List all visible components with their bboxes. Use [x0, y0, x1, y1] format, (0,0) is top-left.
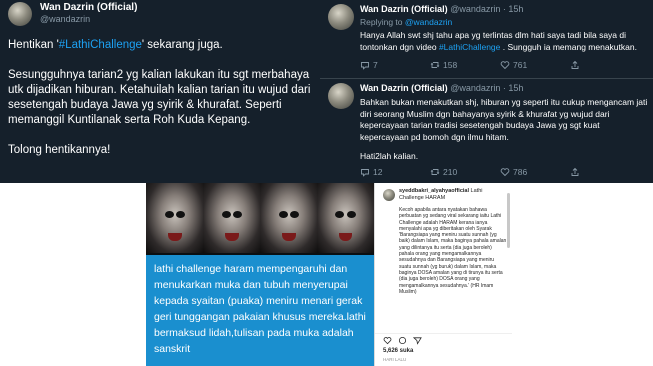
- share-button[interactable]: [570, 167, 580, 177]
- retweet-count: 210: [443, 167, 458, 177]
- reply-header: Wan Dazrin (Official) @wandazrin · 15h: [360, 4, 523, 14]
- face-mouth: [225, 233, 239, 241]
- heart-icon: [500, 61, 510, 70]
- reply-thread: Wan Dazrin (Official) @wandazrin · 15h R…: [320, 0, 653, 183]
- tweet-text: Hentikan ': [8, 39, 59, 51]
- heart-icon: [500, 168, 510, 177]
- image-caption-panel: lathi challenge haram mempengaruhi dan m…: [146, 255, 374, 366]
- avatar[interactable]: [328, 4, 354, 30]
- avatar[interactable]: [8, 2, 32, 26]
- mention-link[interactable]: @wandazrin: [405, 17, 452, 27]
- tweet-paragraph: Sesungguhnya tarian2 yg kalian lakukan i…: [8, 69, 311, 126]
- comment-icon: [361, 62, 369, 70]
- face-mouth: [282, 233, 296, 241]
- retweet-button[interactable]: 158: [430, 60, 457, 70]
- retweet-icon: [430, 62, 440, 68]
- face-image: [260, 183, 318, 253]
- retweet-count: 158: [443, 60, 458, 70]
- face-image: [317, 183, 374, 253]
- comment-icon[interactable]: [398, 336, 407, 345]
- reply-text: Hati2lah kalian.: [360, 151, 419, 161]
- post-actions: [383, 336, 422, 345]
- share-icon: [571, 167, 579, 176]
- reply-header: Wan Dazrin (Official) @wandazrin · 15h: [360, 83, 523, 93]
- instagram-post-image[interactable]: lathi challenge haram mempengaruhi dan m…: [146, 183, 374, 366]
- tweet-actions: 7 158 761: [360, 60, 650, 72]
- reply-tweet[interactable]: Wan Dazrin (Official) @wandazrin · 15h R…: [320, 0, 653, 78]
- reply-author-name[interactable]: Wan Dazrin (Official): [360, 83, 448, 93]
- heart-icon[interactable]: [383, 336, 392, 345]
- like-count: 761: [513, 60, 528, 70]
- post-timestamp: HARI LALU: [383, 357, 407, 362]
- like-button[interactable]: 786: [500, 167, 527, 177]
- instagram-post-sidebar: syeddbakri_alyahyaofficial Lathi Challen…: [374, 183, 512, 366]
- tweet-author-handle[interactable]: @wandazrin: [40, 14, 90, 24]
- tweet-line-1: Hentikan '#LathiChallenge' sekarang juga…: [8, 38, 314, 53]
- reply-author-handle[interactable]: @wandazrin · 15h: [450, 83, 523, 93]
- hashtag-link[interactable]: #LathiChallenge: [439, 42, 500, 52]
- image-caption-text: lathi challenge haram mempengaruhi dan m…: [154, 263, 366, 355]
- tweet-text: ' sekarang juga.: [141, 39, 223, 51]
- share-icon: [571, 60, 579, 69]
- retweet-icon: [430, 169, 440, 175]
- face-mouth: [168, 233, 182, 241]
- share-icon[interactable]: [413, 336, 422, 345]
- reply-button[interactable]: 12: [360, 167, 382, 177]
- reply-author-handle[interactable]: @wandazrin · 15h: [450, 4, 523, 14]
- tweet-actions: 12 210 786: [360, 167, 650, 179]
- post-caption: Kecoh apabila antara nyatakan bahawa per…: [399, 207, 507, 295]
- retweet-button[interactable]: 210: [430, 167, 457, 177]
- tweet-paragraph: Tolong hentikannya!: [8, 144, 111, 156]
- reply-tweet[interactable]: Wan Dazrin (Official) @wandazrin · 15h B…: [320, 79, 653, 183]
- main-tweet[interactable]: Wan Dazrin (Official) @wandazrin Hentika…: [0, 0, 320, 183]
- replying-label: Replying to: [360, 17, 405, 27]
- face-image: [203, 183, 261, 253]
- post-header: syeddbakri_alyahyaofficial Lathi Challen…: [399, 188, 507, 202]
- comment-count: 7: [373, 60, 378, 70]
- share-button[interactable]: [570, 60, 580, 70]
- reply-text: Hanya Allah swt shj tahu apa yg terlinta…: [360, 30, 650, 53]
- like-count[interactable]: 5,626 suka: [383, 348, 413, 354]
- avatar[interactable]: [383, 189, 395, 201]
- reply-button[interactable]: 7: [360, 60, 378, 70]
- face-mouth: [338, 233, 353, 241]
- replying-to: Replying to @wandazrin: [360, 17, 452, 27]
- scrollbar[interactable]: [507, 193, 510, 248]
- face-image: [146, 183, 204, 253]
- avatar[interactable]: [328, 83, 354, 109]
- like-button[interactable]: 761: [500, 60, 527, 70]
- comment-count: 12: [373, 167, 383, 177]
- instagram-username[interactable]: syeddbakri_alyahyaofficial: [399, 188, 469, 194]
- reply-author-name[interactable]: Wan Dazrin (Official): [360, 4, 448, 14]
- tweet-author-name[interactable]: Wan Dazrin (Official): [40, 2, 137, 13]
- like-count: 786: [513, 167, 528, 177]
- tweet-body: Hentikan '#LathiChallenge' sekarang juga…: [8, 38, 314, 158]
- reply-text: Bahkan bukan menakutkan shj, hiburan yg …: [360, 97, 648, 142]
- hashtag-link[interactable]: #LathiChallenge: [59, 39, 142, 51]
- tweet-text: . Sungguh ia memang menakutkan.: [500, 41, 637, 52]
- comment-icon: [361, 169, 369, 177]
- divider: [375, 333, 512, 334]
